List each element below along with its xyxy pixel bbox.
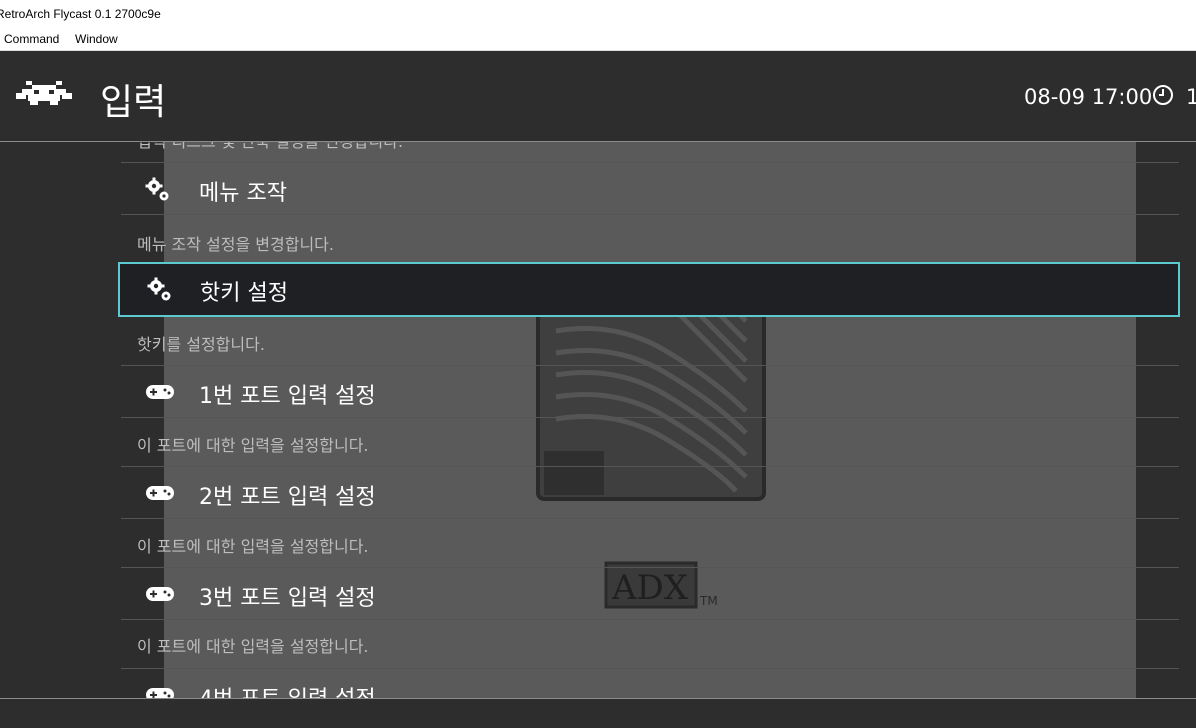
menu-bar: Command Window bbox=[0, 28, 1196, 51]
menu-item-port-1[interactable]: 1번 포트 입력 설정 bbox=[121, 366, 1179, 418]
gears-icon bbox=[147, 277, 171, 301]
list-item-description: 메뉴 조작 설정을 변경합니다. bbox=[137, 235, 334, 254]
battery-text: 1 bbox=[1186, 85, 1196, 109]
gamepad-icon bbox=[146, 486, 174, 500]
gamepad-icon bbox=[146, 587, 174, 601]
list-item-description: 입력 디스크 및 단축 설정을 변경합니다. bbox=[137, 142, 403, 152]
menu-command[interactable]: Command bbox=[4, 32, 59, 46]
clock-text: 08-09 17:00 bbox=[1024, 85, 1153, 109]
retroarch-invader-icon bbox=[16, 81, 72, 105]
divider bbox=[121, 417, 1179, 418]
list-item-description: 핫키를 설정합니다. bbox=[137, 335, 265, 354]
menu-item-label: 핫키 설정 bbox=[200, 281, 288, 306]
list-item-description: 이 포트에 대한 입력을 설정합니다. bbox=[137, 537, 369, 556]
menu-item-label: 1번 포트 입력 설정 bbox=[199, 384, 376, 409]
retroarch-viewport: ADX TM 입력 08-09 17:00 1 입력 디스크 및 단축 설정을 … bbox=[0, 51, 1196, 728]
menu-item-label: 2번 포트 입력 설정 bbox=[199, 485, 376, 510]
menu-footer bbox=[0, 698, 1196, 728]
window-titlebar: RetroArch Flycast 0.1 2700c9e bbox=[0, 0, 1196, 28]
menu-item-port-2[interactable]: 2번 포트 입력 설정 bbox=[121, 467, 1179, 519]
menu-header: 입력 08-09 17:00 1 bbox=[0, 51, 1196, 142]
gamepad-icon bbox=[146, 688, 174, 698]
menu-window[interactable]: Window bbox=[75, 32, 118, 46]
gamepad-icon bbox=[146, 385, 174, 399]
menu-item-label: 4번 포트 입력 설정 bbox=[199, 681, 376, 698]
menu-item-label: 메뉴 조작 bbox=[199, 181, 287, 206]
page-title: 입력 bbox=[100, 82, 167, 123]
divider bbox=[121, 214, 1179, 215]
divider bbox=[121, 619, 1179, 620]
list-item-description: 이 포트에 대한 입력을 설정합니다. bbox=[137, 637, 369, 656]
settings-list: 입력 디스크 및 단축 설정을 변경합니다. 메뉴 조작 메뉴 조작 설정을 변… bbox=[0, 142, 1196, 698]
clock-icon bbox=[1153, 85, 1173, 105]
window-title: RetroArch Flycast 0.1 2700c9e bbox=[0, 7, 161, 21]
menu-item-menu-controls[interactable]: 메뉴 조작 bbox=[121, 163, 1179, 215]
menu-item-label: 3번 포트 입력 설정 bbox=[199, 586, 376, 611]
menu-item-port-4[interactable]: 4번 포트 입력 설정 bbox=[121, 669, 1179, 698]
gears-icon bbox=[145, 177, 169, 201]
menu-item-hotkeys[interactable]: 핫키 설정 bbox=[118, 262, 1180, 317]
list-item-description: 이 포트에 대한 입력을 설정합니다. bbox=[137, 436, 369, 455]
divider bbox=[121, 518, 1179, 519]
menu-item-port-3[interactable]: 3번 포트 입력 설정 bbox=[121, 568, 1179, 620]
